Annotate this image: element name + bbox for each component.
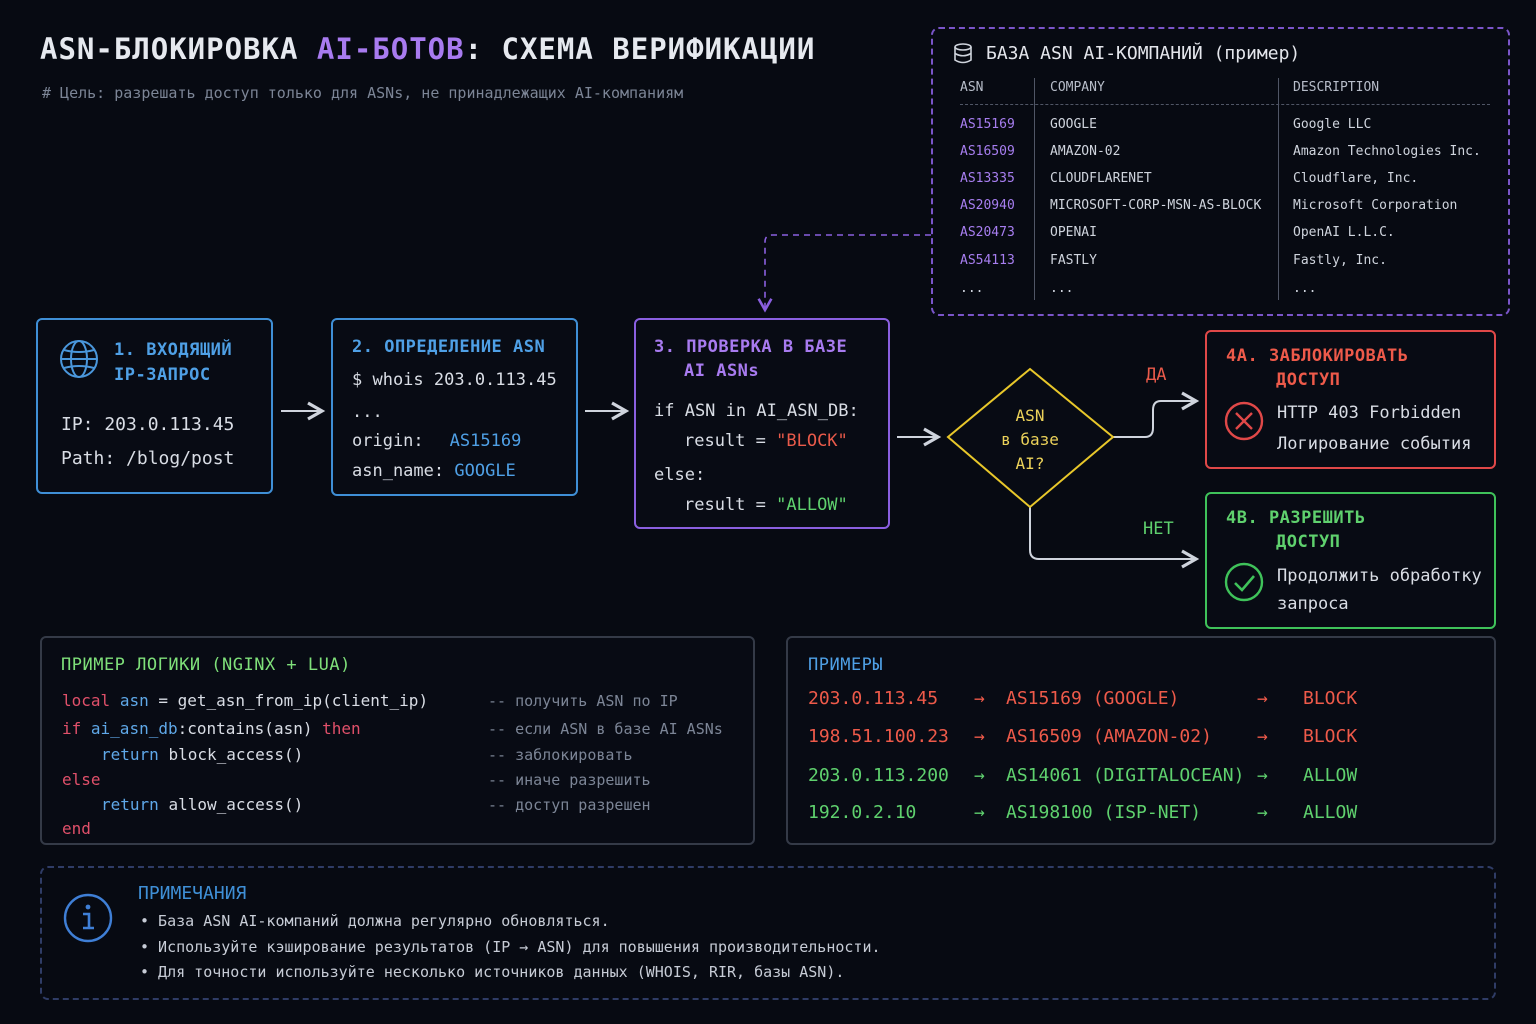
db-cell: AS54113 xyxy=(960,253,1015,268)
arrow-icon: → xyxy=(974,688,985,709)
db-cell: Microsoft Corporation xyxy=(1293,198,1458,213)
code-comment: -- доступ разрешен xyxy=(488,796,651,814)
globe-icon xyxy=(60,340,98,378)
step2-cmd: $ whois 203.0.113.45 xyxy=(352,370,557,390)
example-asn: AS16509 (AMAZON-02) xyxy=(1006,726,1212,747)
db-cell: ... xyxy=(960,281,984,296)
allow-line2: запроса xyxy=(1277,594,1349,614)
db-cell: Amazon Technologies Inc. xyxy=(1293,144,1481,159)
example-ip: 198.51.100.23 xyxy=(808,726,949,747)
example-asn: AS198100 (ISP-NET) xyxy=(1006,802,1202,823)
db-col-divider xyxy=(1278,78,1279,300)
block-line1: HTTP 403 Forbidden xyxy=(1277,403,1462,423)
db-cell: MICROSOFT-CORP-MSN-AS-BLOCK xyxy=(1050,198,1262,213)
step3-allow-result: result = "ALLOW" xyxy=(684,495,848,515)
step3-if: if ASN in AI_ASN_DB: xyxy=(654,401,859,421)
allow-title-l2: ДОСТУП xyxy=(1276,532,1341,552)
step1-ip: IP: 203.0.113.45 xyxy=(61,414,235,435)
step1-path: Path: /blog/post xyxy=(61,448,235,469)
db-cell: ... xyxy=(1293,281,1317,296)
note-item: • Используйте кэширование результатов (I… xyxy=(140,938,881,956)
code-line: else xyxy=(62,770,101,789)
db-col-divider xyxy=(1034,78,1035,300)
arrow-icon: → xyxy=(974,765,985,786)
db-cell: OPENAI xyxy=(1050,225,1097,240)
db-col-asn: ASN xyxy=(960,80,984,95)
note-item: • База ASN AI-компаний должна регулярно … xyxy=(140,912,610,930)
db-cell: AS20473 xyxy=(960,225,1015,240)
note-item: • Для точности используйте несколько ист… xyxy=(140,963,845,981)
step3-block-result: result = "BLOCK" xyxy=(684,431,848,451)
step1-title-l2: IP-ЗАПРОС xyxy=(114,365,211,385)
code-line: local asn = get_asn_from_ip(client_ip) xyxy=(62,691,429,710)
arrow-icon: → xyxy=(974,802,985,823)
block-title-l1: 4А. ЗАБЛОКИРОВАТЬ xyxy=(1226,346,1409,366)
step3-title-l2: AI ASNs xyxy=(684,361,760,381)
allow-line1: Продолжить обработку xyxy=(1277,566,1482,586)
db-cell: AS15169 xyxy=(960,117,1015,132)
db-cell: CLOUDFLARENET xyxy=(1050,171,1152,186)
example-result: BLOCK xyxy=(1303,726,1358,747)
code-title: ПРИМЕР ЛОГИКИ (NGINX + LUA) xyxy=(61,655,351,675)
db-cell: FASTLY xyxy=(1050,253,1097,268)
yes-label: ДА xyxy=(1146,365,1167,385)
db-link-dashed xyxy=(757,234,931,313)
info-icon xyxy=(63,893,113,943)
code-comment: -- если ASN в базе AI ASNs xyxy=(488,720,723,738)
step2-asn-name: asn_name: GOOGLE xyxy=(352,461,516,481)
arrow-icon: → xyxy=(1257,726,1268,747)
arrow-icon: → xyxy=(1257,688,1268,709)
step2-title: 2. ОПРЕДЕЛЕНИЕ ASN xyxy=(352,337,546,357)
block-line2: Логирование события xyxy=(1277,434,1472,454)
db-cell: Cloudflare, Inc. xyxy=(1293,171,1419,186)
example-asn: AS15169 (GOOGLE) xyxy=(1006,688,1180,709)
db-cell: GOOGLE xyxy=(1050,117,1097,132)
step3-else: else: xyxy=(654,465,706,485)
code-comment: -- получить ASN по IP xyxy=(488,692,678,710)
asn-database-box xyxy=(931,27,1510,316)
code-line: end xyxy=(62,819,91,838)
example-asn: AS14061 (DIGITALOCEAN) xyxy=(1006,765,1245,786)
step1-title-l1: 1. ВХОДЯЩИЙ xyxy=(114,340,233,360)
db-cell: AS13335 xyxy=(960,171,1015,186)
code-line: if ai_asn_db:contains(asn) then xyxy=(62,719,361,738)
arrow-icon: → xyxy=(1257,765,1268,786)
step3-title-l1: 3. ПРОВЕРКА В БАЗЕ xyxy=(654,337,848,357)
arrow-icon: → xyxy=(974,726,985,747)
step2-origin: origin: AS15169 xyxy=(352,431,522,451)
allow-title-l1: 4B. РАЗРЕШИТЬ xyxy=(1226,508,1366,528)
no-label: НЕТ xyxy=(1143,519,1174,539)
code-comment: -- иначе разрешить xyxy=(488,771,651,789)
notes-title: ПРИМЕЧАНИЯ xyxy=(138,883,247,904)
example-ip: 192.0.2.10 xyxy=(808,802,917,823)
decision-label: ASN в базе AI? xyxy=(1001,406,1059,473)
example-result: ALLOW xyxy=(1303,802,1358,823)
db-cell: AMAZON-02 xyxy=(1050,144,1121,159)
db-header-divider xyxy=(960,104,1490,105)
db-cell: OpenAI L.L.C. xyxy=(1293,225,1395,240)
code-line: return allow_access() xyxy=(101,795,304,814)
examples-title: ПРИМЕРЫ xyxy=(808,655,884,675)
db-cell: Google LLC xyxy=(1293,117,1372,132)
arrow-icon: → xyxy=(1257,802,1268,823)
example-result: ALLOW xyxy=(1303,765,1358,786)
arrow-yes xyxy=(1113,391,1200,438)
db-cell: AS20940 xyxy=(960,198,1015,213)
step2-dots: ... xyxy=(352,402,383,422)
db-cell: AS16509 xyxy=(960,144,1015,159)
db-cell: ... xyxy=(1050,281,1074,296)
db-title: БАЗА ASN AI-КОМПАНИЙ (пример) xyxy=(986,43,1301,64)
example-ip: 203.0.113.200 xyxy=(808,765,949,786)
db-cell: Fastly, Inc. xyxy=(1293,253,1387,268)
database-icon xyxy=(954,43,972,64)
db-col-description: DESCRIPTION xyxy=(1293,80,1380,95)
example-result: BLOCK xyxy=(1303,688,1358,709)
x-circle-icon xyxy=(1224,401,1264,441)
code-line: return block_access() xyxy=(101,745,304,764)
example-ip: 203.0.113.45 xyxy=(808,688,939,709)
db-col-company: COMPANY xyxy=(1050,80,1105,95)
block-title-l2: ДОСТУП xyxy=(1276,370,1341,390)
code-comment: -- заблокировать xyxy=(488,746,633,764)
check-circle-icon xyxy=(1224,562,1264,602)
